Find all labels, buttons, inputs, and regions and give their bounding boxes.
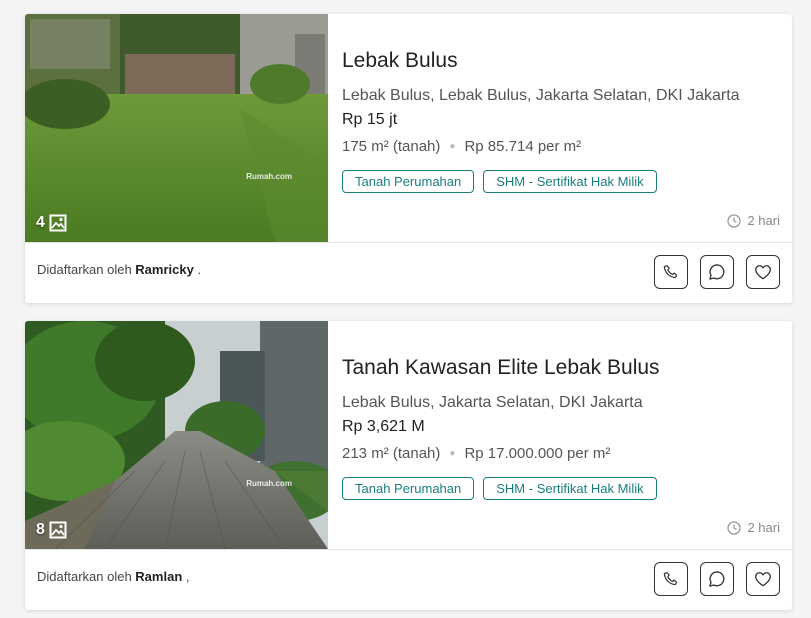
chat-icon	[707, 262, 727, 282]
agent-suffix: .	[197, 262, 202, 277]
photo-count[interactable]: 4	[36, 214, 67, 232]
area-row: 213 m² (tanah) ● Rp 17.000.000 per m²	[342, 445, 610, 462]
listing-price: Rp 3,621 M	[342, 418, 425, 435]
heart-icon	[753, 262, 773, 282]
listing-photo[interactable]: Rumah.com 8	[25, 321, 328, 549]
listing-title[interactable]: Lebak Bulus	[342, 49, 458, 73]
agent-name[interactable]: Ramricky	[135, 262, 194, 277]
tag-certificate: SHM - Sertifikat Hak Milik	[483, 477, 657, 500]
posted-time: 2 hari	[727, 520, 780, 535]
clock-icon	[727, 520, 742, 535]
street-photo	[25, 321, 328, 549]
favorite-button[interactable]	[746, 255, 780, 289]
image-icon	[49, 521, 67, 539]
separator-dot: ●	[449, 448, 456, 459]
chat-button[interactable]	[700, 255, 734, 289]
chat-button[interactable]	[700, 562, 734, 596]
photo-count-value: 4	[36, 214, 45, 231]
listed-by-label: Didaftarkan oleh	[37, 569, 132, 584]
land-area: 213 m² (tanah)	[342, 445, 441, 462]
separator-dot: ●	[449, 141, 456, 152]
phone-icon	[662, 263, 680, 281]
area-row: 175 m² (tanah) ● Rp 85.714 per m²	[342, 138, 581, 155]
heart-icon	[753, 569, 773, 589]
agent-suffix: ,	[185, 569, 190, 584]
card-divider	[25, 242, 792, 243]
photo-count-value: 8	[36, 521, 45, 538]
listing-address: Lebak Bulus, Lebak Bulus, Jakarta Selata…	[342, 87, 740, 104]
clock-icon	[727, 213, 742, 228]
tag-property-type: Tanah Perumahan	[342, 170, 475, 193]
listing-info: Tanah Kawasan Elite Lebak Bulus Lebak Bu…	[342, 321, 792, 549]
card-actions	[654, 255, 780, 289]
land-area: 175 m² (tanah)	[342, 138, 441, 155]
card-actions	[654, 562, 780, 596]
price-per-m2: Rp 85.714 per m²	[464, 138, 582, 155]
photo-watermark: Rumah.com	[246, 172, 292, 181]
listed-by-label: Didaftarkan oleh	[37, 262, 132, 277]
call-button[interactable]	[654, 562, 688, 596]
tag-list: Tanah Perumahan SHM - Sertifikat Hak Mil…	[342, 477, 657, 500]
listing-photo[interactable]: Rumah.com 4	[25, 14, 328, 242]
listing-info: Lebak Bulus Lebak Bulus, Lebak Bulus, Ja…	[342, 14, 792, 242]
listing-address: Lebak Bulus, Jakarta Selatan, DKI Jakart…	[342, 394, 643, 411]
agent-name[interactable]: Ramlan	[135, 569, 182, 584]
tag-property-type: Tanah Perumahan	[342, 477, 475, 500]
posted-time-value: 2 hari	[747, 520, 780, 535]
listing-title[interactable]: Tanah Kawasan Elite Lebak Bulus	[342, 356, 660, 380]
favorite-button[interactable]	[746, 562, 780, 596]
posted-time: 2 hari	[727, 213, 780, 228]
posted-time-value: 2 hari	[747, 213, 780, 228]
card-divider	[25, 549, 792, 550]
photo-watermark: Rumah.com	[246, 479, 292, 488]
tag-certificate: SHM - Sertifikat Hak Milik	[483, 170, 657, 193]
phone-icon	[662, 570, 680, 588]
listing-price: Rp 15 jt	[342, 111, 398, 128]
chat-icon	[707, 569, 727, 589]
listed-by: Didaftarkan oleh Ramlan ,	[37, 569, 190, 584]
listed-by: Didaftarkan oleh Ramricky .	[37, 262, 201, 277]
image-icon	[49, 214, 67, 232]
lawn-photo	[25, 14, 328, 242]
photo-count[interactable]: 8	[36, 521, 67, 539]
tag-list: Tanah Perumahan SHM - Sertifikat Hak Mil…	[342, 170, 657, 193]
listing-card[interactable]: Rumah.com 4 Lebak Bulus Lebak Bulus, Leb…	[25, 14, 792, 303]
listing-card[interactable]: Rumah.com 8 Tanah Kawasan Elite Lebak Bu…	[25, 321, 792, 610]
price-per-m2: Rp 17.000.000 per m²	[464, 445, 611, 462]
call-button[interactable]	[654, 255, 688, 289]
